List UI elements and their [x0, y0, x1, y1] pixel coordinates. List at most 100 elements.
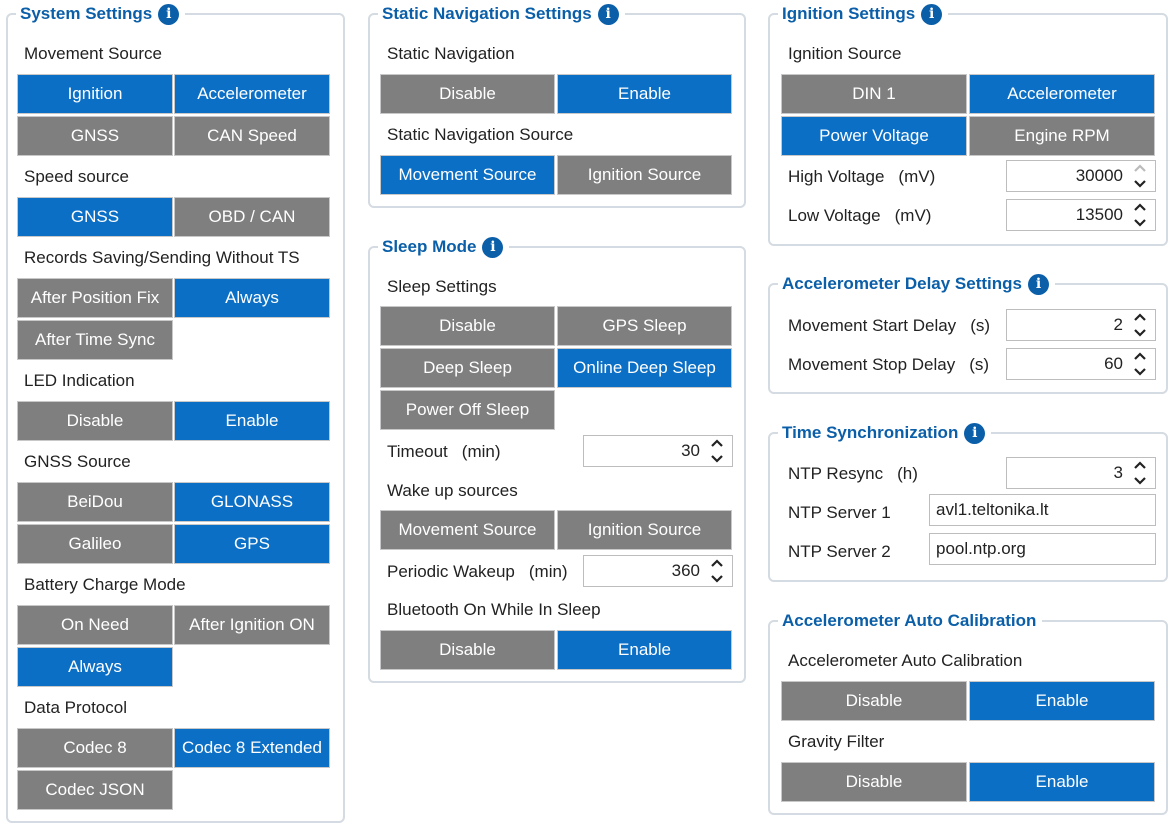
gnss-beidou-button[interactable]: BeiDou: [17, 482, 173, 522]
movement-source-can-speed-button[interactable]: CAN Speed: [174, 116, 330, 156]
panel-title-text: Accelerometer Auto Calibration: [782, 611, 1037, 630]
periodic-wakeup-value: 360: [671, 561, 700, 580]
movement-source-label: Movement Source: [24, 44, 162, 63]
wakeup-ignition-source-button[interactable]: Ignition Source: [557, 510, 732, 550]
timeout-stepper[interactable]: 30: [583, 435, 733, 467]
bluetooth-enable-button[interactable]: Enable: [557, 630, 732, 670]
movement-source-ignition-button[interactable]: Ignition: [17, 74, 173, 114]
ignition-accelerometer-button[interactable]: Accelerometer: [969, 74, 1155, 114]
up-down-arrows-icon[interactable]: [1133, 313, 1147, 337]
sleep-power-off-sleep-button[interactable]: Power Off Sleep: [380, 390, 555, 430]
low-voltage-label-text: Low Voltage: [788, 206, 881, 225]
ntp-server-1-label: NTP Server 1: [788, 503, 891, 522]
timeout-value: 30: [681, 441, 700, 460]
movement-stop-delay-unit: (s): [969, 355, 990, 374]
accelerometer-delay-title: Accelerometer Delay Settings i: [778, 273, 1055, 295]
up-down-arrows-icon[interactable]: [710, 439, 724, 463]
static-nav-movement-source-button[interactable]: Movement Source: [380, 155, 555, 195]
info-icon[interactable]: i: [921, 3, 943, 25]
bluetooth-disable-button[interactable]: Disable: [380, 630, 555, 670]
high-voltage-label-text: High Voltage: [788, 167, 885, 186]
info-icon[interactable]: i: [158, 3, 180, 25]
high-voltage-stepper[interactable]: 30000: [1006, 160, 1156, 192]
sleep-deep-sleep-button[interactable]: Deep Sleep: [380, 348, 555, 388]
movement-stop-delay-label-text: Movement Stop Delay: [788, 355, 956, 374]
gravity-filter-disable-button[interactable]: Disable: [781, 762, 967, 802]
gnss-source-label: GNSS Source: [24, 452, 131, 471]
low-voltage-stepper[interactable]: 13500: [1006, 199, 1156, 231]
up-down-arrows-icon[interactable]: [1133, 461, 1147, 485]
movement-start-delay-label-text: Movement Start Delay: [788, 316, 957, 335]
gnss-galileo-button[interactable]: Galileo: [17, 524, 173, 564]
periodic-wakeup-unit: (min): [528, 562, 568, 581]
up-down-arrows-icon[interactable]: [1133, 352, 1147, 376]
panel-title-text: Ignition Settings: [782, 4, 916, 23]
panel-title-text: System Settings: [20, 4, 153, 23]
records-after-time-sync-button[interactable]: After Time Sync: [17, 320, 173, 360]
high-voltage-value: 30000: [1075, 166, 1123, 185]
info-icon[interactable]: i: [597, 3, 619, 25]
static-navigation-label: Static Navigation: [387, 44, 515, 63]
movement-stop-delay-stepper[interactable]: 60: [1006, 348, 1156, 380]
movement-stop-delay-label: Movement Stop Delay (s): [788, 354, 989, 376]
panel-title-text: Time Synchronization: [782, 423, 959, 442]
battery-after-ignition-on-button[interactable]: After Ignition ON: [174, 605, 330, 645]
records-after-position-fix-button[interactable]: After Position Fix: [17, 278, 173, 318]
movement-source-gnss-button[interactable]: GNSS: [17, 116, 173, 156]
ntp-resync-label-text: NTP Resync: [788, 464, 884, 483]
speed-source-obd-can-button[interactable]: OBD / CAN: [174, 197, 330, 237]
sleep-online-deep-sleep-button[interactable]: Online Deep Sleep: [557, 348, 732, 388]
static-nav-ignition-source-button[interactable]: Ignition Source: [557, 155, 732, 195]
movement-start-delay-stepper[interactable]: 2: [1006, 309, 1156, 341]
sleep-disable-button[interactable]: Disable: [380, 306, 555, 346]
up-down-arrows-icon[interactable]: [710, 559, 724, 583]
led-disable-button[interactable]: Disable: [17, 401, 173, 441]
static-nav-enable-button[interactable]: Enable: [557, 74, 732, 114]
ignition-power-voltage-button[interactable]: Power Voltage: [781, 116, 967, 156]
up-down-arrows-icon[interactable]: [1133, 164, 1147, 188]
movement-source-accelerometer-button[interactable]: Accelerometer: [174, 74, 330, 114]
gnss-glonass-button[interactable]: GLONASS: [174, 482, 330, 522]
timeout-label-text: Timeout: [387, 442, 448, 461]
wakeup-movement-source-button[interactable]: Movement Source: [380, 510, 555, 550]
sleep-settings-label: Sleep Settings: [387, 277, 497, 296]
ntp-resync-stepper[interactable]: 3: [1006, 457, 1156, 489]
speed-source-gnss-button[interactable]: GNSS: [17, 197, 173, 237]
static-nav-disable-button[interactable]: Disable: [380, 74, 555, 114]
ignition-engine-rpm-button[interactable]: Engine RPM: [969, 116, 1155, 156]
records-saving-label: Records Saving/Sending Without TS: [24, 248, 300, 267]
battery-charge-mode-label: Battery Charge Mode: [24, 575, 186, 594]
gravity-filter-label: Gravity Filter: [788, 732, 885, 751]
up-down-arrows-icon[interactable]: [1133, 203, 1147, 227]
timeout-label: Timeout (min): [387, 441, 501, 463]
accelerometer-auto-calibration-title: Accelerometer Auto Calibration: [778, 610, 1043, 632]
ntp-server-2-input[interactable]: pool.ntp.org: [929, 533, 1156, 565]
ntp-server-1-input[interactable]: avl1.teltonika.lt: [929, 494, 1156, 526]
sleep-gps-sleep-button[interactable]: GPS Sleep: [557, 306, 732, 346]
low-voltage-unit: (mV): [894, 206, 932, 225]
battery-on-need-button[interactable]: On Need: [17, 605, 173, 645]
protocol-codec-json-button[interactable]: Codec JSON: [17, 770, 173, 810]
led-indication-label: LED Indication: [24, 371, 135, 390]
periodic-wakeup-stepper[interactable]: 360: [583, 555, 733, 587]
led-enable-button[interactable]: Enable: [174, 401, 330, 441]
movement-start-delay-value: 2: [1113, 315, 1123, 334]
gnss-gps-button[interactable]: GPS: [174, 524, 330, 564]
protocol-codec8-button[interactable]: Codec 8: [17, 728, 173, 768]
ntp-server-2-label: NTP Server 2: [788, 542, 891, 561]
auto-calibration-enable-button[interactable]: Enable: [969, 681, 1155, 721]
panel-title-text: Sleep Mode: [382, 237, 477, 256]
high-voltage-label: High Voltage (mV): [788, 166, 935, 188]
records-always-button[interactable]: Always: [174, 278, 330, 318]
auto-calibration-disable-button[interactable]: Disable: [781, 681, 967, 721]
battery-always-button[interactable]: Always: [17, 647, 173, 687]
info-icon[interactable]: i: [1028, 273, 1049, 295]
high-voltage-unit: (mV): [898, 167, 936, 186]
gravity-filter-enable-button[interactable]: Enable: [969, 762, 1155, 802]
ignition-din1-button[interactable]: DIN 1: [781, 74, 967, 114]
protocol-codec8-extended-button[interactable]: Codec 8 Extended: [174, 728, 330, 768]
static-navigation-title: Static Navigation Settings i: [378, 3, 625, 25]
low-voltage-value: 13500: [1075, 205, 1123, 224]
info-icon[interactable]: i: [964, 422, 986, 444]
info-icon[interactable]: i: [482, 236, 504, 258]
